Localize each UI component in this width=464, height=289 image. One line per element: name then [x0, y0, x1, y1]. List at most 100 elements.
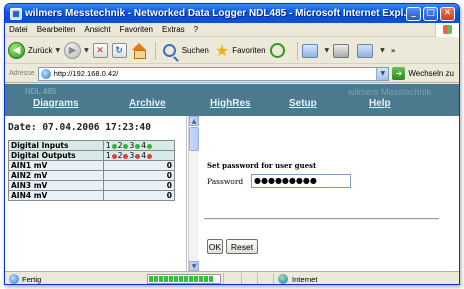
status-pane: Date: 07.04.2006 17:23:40 Digital Inputs… — [5, 116, 187, 271]
status-cell — [226, 273, 242, 284]
digital-outputs-leds: 1234 — [102, 150, 176, 161]
zone-label: Internet — [292, 274, 318, 284]
page-status-icon — [9, 274, 19, 284]
password-field[interactable]: ●●●●●●●●● — [251, 174, 351, 188]
history-button[interactable] — [269, 40, 289, 62]
pane-scrollbar[interactable]: ▲ ▼ — [188, 116, 199, 271]
led-red-icon — [111, 153, 117, 159]
window-title: wilmers Messtechnik - Networked Data Log… — [25, 8, 406, 19]
toolbar-overflow-icon[interactable]: » — [391, 46, 396, 55]
security-zone: Internet — [278, 274, 317, 284]
refresh-button[interactable]: ↻ — [111, 40, 127, 62]
nav-setup[interactable]: Setup — [289, 98, 317, 109]
address-bar: Adresse http://192.168.0.42/ ▼ ➜ Wechsel… — [5, 65, 459, 83]
mail-icon — [301, 43, 318, 58]
digital-inputs-leds: 1234 — [102, 140, 176, 151]
close-button[interactable]: ✕ — [440, 6, 455, 21]
io-table: Digital Inputs 1234 Digital Outputs 1234… — [8, 140, 176, 201]
print-button[interactable] — [333, 40, 353, 62]
status-cell — [242, 273, 258, 284]
menu-bar: Datei Bearbeiten Ansicht Favoriten Extra… — [5, 23, 459, 37]
page-icon — [40, 68, 51, 79]
toolbar-separator — [154, 41, 156, 60]
led-green-icon — [135, 143, 141, 149]
back-button[interactable]: ◀ Zurück ▼ — [8, 40, 60, 62]
menu-help[interactable]: ? — [194, 25, 198, 34]
analog-value: 0 — [102, 170, 176, 181]
reset-button[interactable]: Reset — [226, 239, 258, 254]
menu-bearbeiten[interactable]: Bearbeiten — [37, 25, 76, 34]
address-dropdown-icon[interactable]: ▼ — [376, 67, 389, 80]
forward-dropdown-icon[interactable]: ▼ — [84, 47, 89, 54]
title-bar[interactable]: wilmers Messtechnik - Networked Data Log… — [5, 4, 459, 23]
menu-extras[interactable]: Extras — [162, 25, 185, 34]
search-button[interactable]: Suchen — [160, 40, 209, 62]
nav-archive[interactable]: Archive — [129, 98, 166, 109]
home-icon — [131, 43, 147, 59]
browser-window: wilmers Messtechnik - Networked Data Log… — [4, 3, 460, 285]
forward-button[interactable]: ▶ ▼ — [64, 40, 89, 62]
table-row: AIN1 mV 0 — [8, 160, 176, 171]
company-name: wilmers Messtechnik — [347, 87, 431, 97]
back-dropdown-icon[interactable]: ▼ — [55, 47, 60, 54]
nav-highres[interactable]: HighRes — [210, 98, 251, 109]
forward-arrow-icon: ▶ — [64, 42, 82, 59]
password-form-title: Set password for user guest — [207, 161, 317, 170]
digital-inputs-label: Digital Inputs — [8, 140, 104, 151]
menu-ansicht[interactable]: Ansicht — [84, 25, 110, 34]
edit-dropdown-icon[interactable]: ▼ — [380, 47, 385, 54]
analog-value: 0 — [102, 180, 176, 191]
stop-icon: ✕ — [92, 43, 108, 58]
di-channel-num: 2 — [117, 141, 123, 150]
led-green-icon — [123, 143, 129, 149]
back-arrow-icon: ◀ — [8, 42, 25, 59]
digital-outputs-label: Digital Outputs — [8, 150, 104, 161]
scroll-down-icon[interactable]: ▼ — [189, 261, 199, 271]
menu-favoriten[interactable]: Favoriten — [120, 25, 153, 34]
favorites-label: Favoriten — [232, 46, 266, 55]
home-button[interactable] — [131, 40, 147, 62]
edit-button[interactable]: ▼ — [357, 40, 385, 62]
windows-logo-icon — [435, 23, 459, 37]
led-red-icon — [147, 153, 153, 159]
password-label: Password — [207, 177, 244, 186]
favorites-button[interactable]: ★ Favoriten — [213, 40, 266, 62]
go-label: Wechseln zu — [408, 69, 454, 78]
edit-icon — [357, 43, 374, 58]
app-header: NDL 485 wilmers Messtechnik Diagrams Arc… — [5, 84, 459, 116]
ok-button[interactable]: OK — [207, 239, 223, 254]
nav-help[interactable]: Help — [369, 98, 391, 109]
stop-button[interactable]: ✕ — [92, 40, 108, 62]
ie-window-icon — [10, 7, 22, 20]
table-row: AIN4 mV 0 — [8, 190, 176, 201]
analog-label: AIN4 mV — [8, 190, 104, 201]
password-pane: Set password for user guest Password ●●●… — [199, 116, 459, 271]
loading-progress — [147, 274, 221, 284]
status-separator — [223, 273, 224, 284]
scroll-up-icon[interactable]: ▲ — [189, 116, 199, 126]
menu-datei[interactable]: Datei — [9, 25, 28, 34]
minimize-button[interactable]: _ — [406, 6, 421, 21]
mail-button[interactable]: ▼ — [301, 40, 330, 62]
toolbar: ◀ Zurück ▼ ▶ ▼ ✕ ↻ Suchen ★ Favoriten ▼ … — [5, 38, 459, 64]
nav-diagrams[interactable]: Diagrams — [33, 98, 79, 109]
address-label: Adresse — [9, 70, 35, 77]
scroll-thumb[interactable] — [189, 127, 199, 151]
mail-dropdown-icon[interactable]: ▼ — [325, 47, 330, 54]
toolbar-separator — [296, 41, 298, 60]
status-bar: Fertig Internet — [5, 271, 459, 284]
search-label: Suchen — [181, 46, 209, 55]
address-url[interactable]: http://192.168.0.42/ — [54, 69, 377, 78]
digital-outputs-row: Digital Outputs 1234 — [8, 150, 176, 161]
search-icon — [162, 44, 176, 57]
refresh-icon: ↻ — [111, 43, 127, 58]
maximize-button[interactable]: □ — [423, 6, 438, 21]
led-green-icon — [111, 143, 117, 149]
status-cell — [258, 273, 274, 284]
analog-value: 0 — [102, 160, 176, 171]
digital-inputs-row: Digital Inputs 1234 — [8, 140, 176, 151]
go-button[interactable]: ➜ Wechseln zu — [392, 67, 454, 80]
address-input[interactable]: http://192.168.0.42/ ▼ — [37, 66, 390, 81]
analog-label: AIN2 mV — [8, 170, 104, 181]
history-icon — [269, 43, 285, 58]
